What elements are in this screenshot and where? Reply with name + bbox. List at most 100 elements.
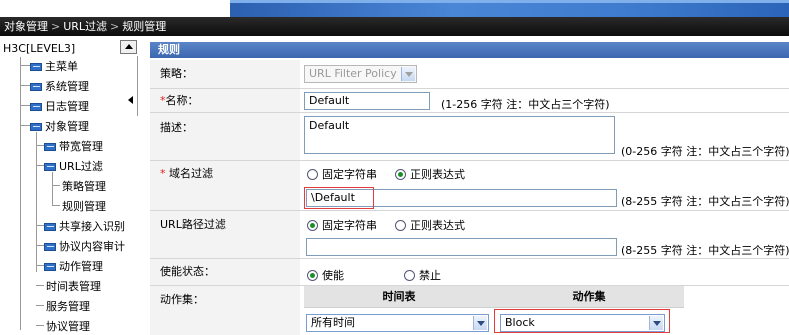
policy-label: 策略： xyxy=(150,60,300,88)
banner-gradient xyxy=(230,0,789,17)
radio-label: 使能 xyxy=(322,269,344,282)
rule-form: 规则 策略： URL Filter Policy *名称： Default (1… xyxy=(150,36,789,335)
tree-line xyxy=(20,57,21,330)
tree-item-rule[interactable]: 规则管理 xyxy=(62,198,106,214)
domain-filter-hint: (8-255 字符 注：中文占三个字符) xyxy=(621,195,789,208)
tree-line xyxy=(52,205,60,206)
breadcrumb-separator: > xyxy=(51,20,61,33)
tree-item-policy[interactable]: 策略管理 xyxy=(62,178,106,194)
folder-icon xyxy=(44,243,56,251)
tree-item-label: URL过滤 xyxy=(59,160,103,173)
action-set-label: 动作集： xyxy=(150,286,300,335)
tree-item-label: 策略管理 xyxy=(62,180,106,193)
folder-icon xyxy=(44,163,56,171)
policy-select: URL Filter Policy xyxy=(304,65,417,83)
tree-line xyxy=(36,132,37,272)
tree-item-main-menu[interactable]: 主菜单 xyxy=(30,58,78,74)
radio-label: 禁止 xyxy=(419,269,441,282)
navigation-tree: H3C[LEVEL3] 主菜单 系统管理 日志管理 对象管理 带宽管理 URL过… xyxy=(0,36,140,335)
url-path-filter-input[interactable] xyxy=(306,238,617,256)
radio-label: 固定字符串 xyxy=(322,168,377,181)
annotation-highlight xyxy=(304,187,374,209)
name-label: 名称： xyxy=(165,94,199,107)
tree-line xyxy=(52,172,53,206)
action-cell: Block xyxy=(494,309,684,334)
panel-splitter[interactable] xyxy=(137,56,138,116)
breadcrumb-item-url-filter: URL过滤 xyxy=(63,20,108,33)
tree-item-bandwidth[interactable]: 带宽管理 xyxy=(44,138,103,154)
radio-unchecked-icon xyxy=(395,220,406,231)
tree-line xyxy=(36,165,44,166)
policy-content: URL Filter Policy xyxy=(304,60,789,88)
enable-on-radio[interactable]: 使能 xyxy=(307,267,344,283)
action-set-table: 时间表 动作集 所有时间 Block xyxy=(304,286,684,334)
name-content: Default (1-256 字符 注：中文占三个字符) xyxy=(304,89,789,112)
folder-icon xyxy=(44,223,56,231)
tree-item-label: 时间表管理 xyxy=(46,280,101,293)
tree-item-log[interactable]: 日志管理 xyxy=(30,98,89,114)
collapse-panel-icon[interactable] xyxy=(128,96,133,104)
tree-item-schedule[interactable]: 时间表管理 xyxy=(46,278,101,294)
radio-unchecked-icon xyxy=(307,169,318,180)
tree-line xyxy=(36,325,44,326)
tree-item-label: 规则管理 xyxy=(62,200,106,213)
tree-item-label: 对象管理 xyxy=(45,120,89,133)
name-hint: (1-256 字符 注：中文占三个字符) xyxy=(441,98,610,111)
folder-icon xyxy=(44,263,56,271)
name-row: *名称： Default (1-256 字符 注：中文占三个字符) xyxy=(150,89,789,113)
tree-root[interactable]: H3C[LEVEL3] xyxy=(3,42,75,55)
tree-item-label: 服务管理 xyxy=(46,300,90,313)
domain-fixed-string-radio[interactable]: 固定字符串 xyxy=(307,166,377,182)
tree-line xyxy=(36,305,44,306)
schedule-cell: 所有时间 xyxy=(304,309,494,334)
domain-filter-row: * 域名过滤 固定字符串 正则表达式 \Default (8-255 字符 注：… xyxy=(150,161,789,211)
tree-item-label: 带宽管理 xyxy=(59,140,103,153)
breadcrumb: 对象管理 > URL过滤 > 规则管理 xyxy=(0,17,789,36)
action-set-row: 动作集： 时间表 动作集 所有时间 Block xyxy=(150,286,789,335)
chevron-down-icon xyxy=(401,67,415,81)
tree-line xyxy=(20,105,30,106)
folder-icon xyxy=(30,83,42,91)
tree-item-label: 系统管理 xyxy=(45,80,89,93)
description-label: 描述： xyxy=(150,113,300,160)
url-path-filter-label: URL路径过滤 xyxy=(150,211,300,258)
domain-filter-content: 固定字符串 正则表达式 \Default (8-255 字符 注：中文占三个字符… xyxy=(304,161,789,210)
tree-item-protocol[interactable]: 协议管理 xyxy=(46,318,90,334)
enable-off-radio[interactable]: 禁止 xyxy=(404,267,441,283)
enable-row: 使能状态： 使能 禁止 xyxy=(150,259,789,286)
folder-icon xyxy=(30,63,42,71)
radio-checked-icon xyxy=(395,169,406,180)
tree-item-objects[interactable]: 对象管理 xyxy=(30,118,89,134)
description-content: Default (0-256 字符 注：中文占三个字符) xyxy=(304,113,789,160)
path-fixed-string-radio[interactable]: 固定字符串 xyxy=(307,217,377,233)
tree-item-protocol-audit[interactable]: 协议内容审计 xyxy=(44,238,125,254)
tree-item-service[interactable]: 服务管理 xyxy=(46,298,90,314)
tree-item-label: 协议内容审计 xyxy=(59,240,125,253)
radio-label: 正则表达式 xyxy=(410,168,465,181)
tree-line xyxy=(36,285,44,286)
breadcrumb-item-objects: 对象管理 xyxy=(4,20,48,33)
scroll-up-button[interactable] xyxy=(120,40,137,54)
annotation-highlight xyxy=(494,309,670,333)
chevron-down-icon xyxy=(473,316,487,330)
enable-label: 使能状态： xyxy=(150,259,300,285)
domain-regex-radio[interactable]: 正则表达式 xyxy=(395,166,465,182)
name-input[interactable]: Default xyxy=(304,92,430,110)
tree-item-shared-access[interactable]: 共享接入识别 xyxy=(44,218,125,234)
path-regex-radio[interactable]: 正则表达式 xyxy=(395,217,465,233)
tree-line xyxy=(20,125,30,126)
radio-checked-icon xyxy=(307,220,318,231)
schedule-select[interactable]: 所有时间 xyxy=(306,314,489,332)
tree-item-action[interactable]: 动作管理 xyxy=(44,258,103,274)
breadcrumb-item-rule-management: 规则管理 xyxy=(122,20,167,33)
radio-checked-icon xyxy=(307,270,318,281)
description-hint: (0-256 字符 注：中文占三个字符) xyxy=(621,145,789,158)
description-textarea[interactable]: Default xyxy=(304,116,615,154)
url-path-filter-hint: (8-255 字符 注：中文占三个字符) xyxy=(621,244,789,257)
tree-item-system[interactable]: 系统管理 xyxy=(30,78,89,94)
tree-item-label: 主菜单 xyxy=(45,60,78,73)
tree-item-url-filter[interactable]: URL过滤 xyxy=(44,158,103,174)
radio-label: 正则表达式 xyxy=(410,219,465,232)
enable-content: 使能 禁止 xyxy=(304,259,789,285)
tree-line xyxy=(36,145,44,146)
